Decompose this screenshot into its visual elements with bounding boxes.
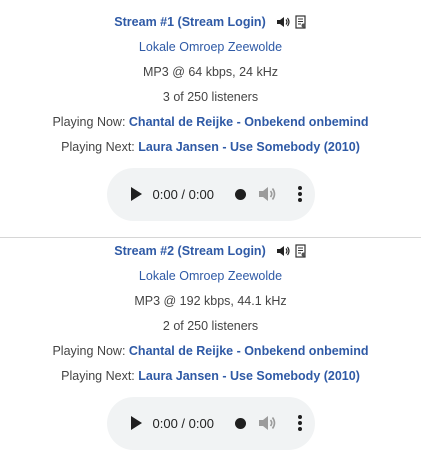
stream-format: MP3 @ 192 kbps, 44.1 kHz xyxy=(134,294,287,308)
playing-next-song: Laura Jansen - Use Somebody (2010) xyxy=(138,140,360,154)
playing-now-song: Chantal de Reijke - Onbekend onbemind xyxy=(128,344,369,358)
play-icon[interactable] xyxy=(129,415,143,431)
playlist-file-icon[interactable] xyxy=(295,244,307,258)
stream-title-link[interactable]: Stream #1 (Stream Login) xyxy=(114,15,265,29)
listener-count: 2 of 250 listeners xyxy=(162,319,259,333)
playing-now-label: Playing Now: xyxy=(52,115,126,129)
playing-now-label: Playing Now: xyxy=(52,344,126,358)
vertical-dots-menu-icon[interactable] xyxy=(297,185,303,203)
audio-player[interactable]: 0:00 / 0:00 xyxy=(106,397,315,450)
station-name: Lokale Omroep Zeewolde xyxy=(138,40,283,54)
volume-icon[interactable] xyxy=(257,185,277,203)
speaker-icon[interactable] xyxy=(276,16,290,28)
audio-player[interactable]: 0:00 / 0:00 xyxy=(106,168,315,221)
stream-title-row: Stream #1 (Stream Login) xyxy=(0,10,421,35)
stream-divider xyxy=(0,237,421,238)
playing-now-row: Playing Now: Chantal de Reijke - Onbeken… xyxy=(0,339,421,364)
dot-icon[interactable] xyxy=(234,189,246,200)
vertical-dots-menu-icon[interactable] xyxy=(297,414,303,432)
playing-now-song: Chantal de Reijke - Onbekend onbemind xyxy=(128,115,369,129)
playing-next-row: Playing Next: Laura Jansen - Use Somebod… xyxy=(0,364,421,389)
stream-title-row: Stream #2 (Stream Login) xyxy=(0,239,421,264)
play-icon[interactable] xyxy=(129,186,143,202)
player-time: 0:00 / 0:00 xyxy=(152,416,214,431)
stream-title-icons xyxy=(275,238,306,263)
stream-block-2: Stream #2 (Stream Login) Lokale Omroep Z… xyxy=(0,239,421,450)
volume-icon[interactable] xyxy=(257,414,277,432)
stream-title-link[interactable]: Stream #2 (Stream Login) xyxy=(114,244,265,258)
dot-icon[interactable] xyxy=(234,418,246,429)
stream-block-1: Stream #1 (Stream Login) Lokale Omroep Z… xyxy=(0,10,421,221)
listener-count: 3 of 250 listeners xyxy=(162,90,259,104)
playing-next-label: Playing Next: xyxy=(61,140,135,154)
playing-next-row: Playing Next: Laura Jansen - Use Somebod… xyxy=(0,135,421,160)
stream-format: MP3 @ 64 kbps, 24 kHz xyxy=(143,65,278,79)
playing-next-label: Playing Next: xyxy=(61,369,135,383)
player-time: 0:00 / 0:00 xyxy=(152,187,214,202)
station-name: Lokale Omroep Zeewolde xyxy=(138,269,283,283)
stream-title-icons xyxy=(275,9,306,34)
playing-next-song: Laura Jansen - Use Somebody (2010) xyxy=(138,369,360,383)
playlist-file-icon[interactable] xyxy=(295,15,307,29)
playing-now-row: Playing Now: Chantal de Reijke - Onbeken… xyxy=(0,110,421,135)
speaker-icon[interactable] xyxy=(276,245,290,257)
